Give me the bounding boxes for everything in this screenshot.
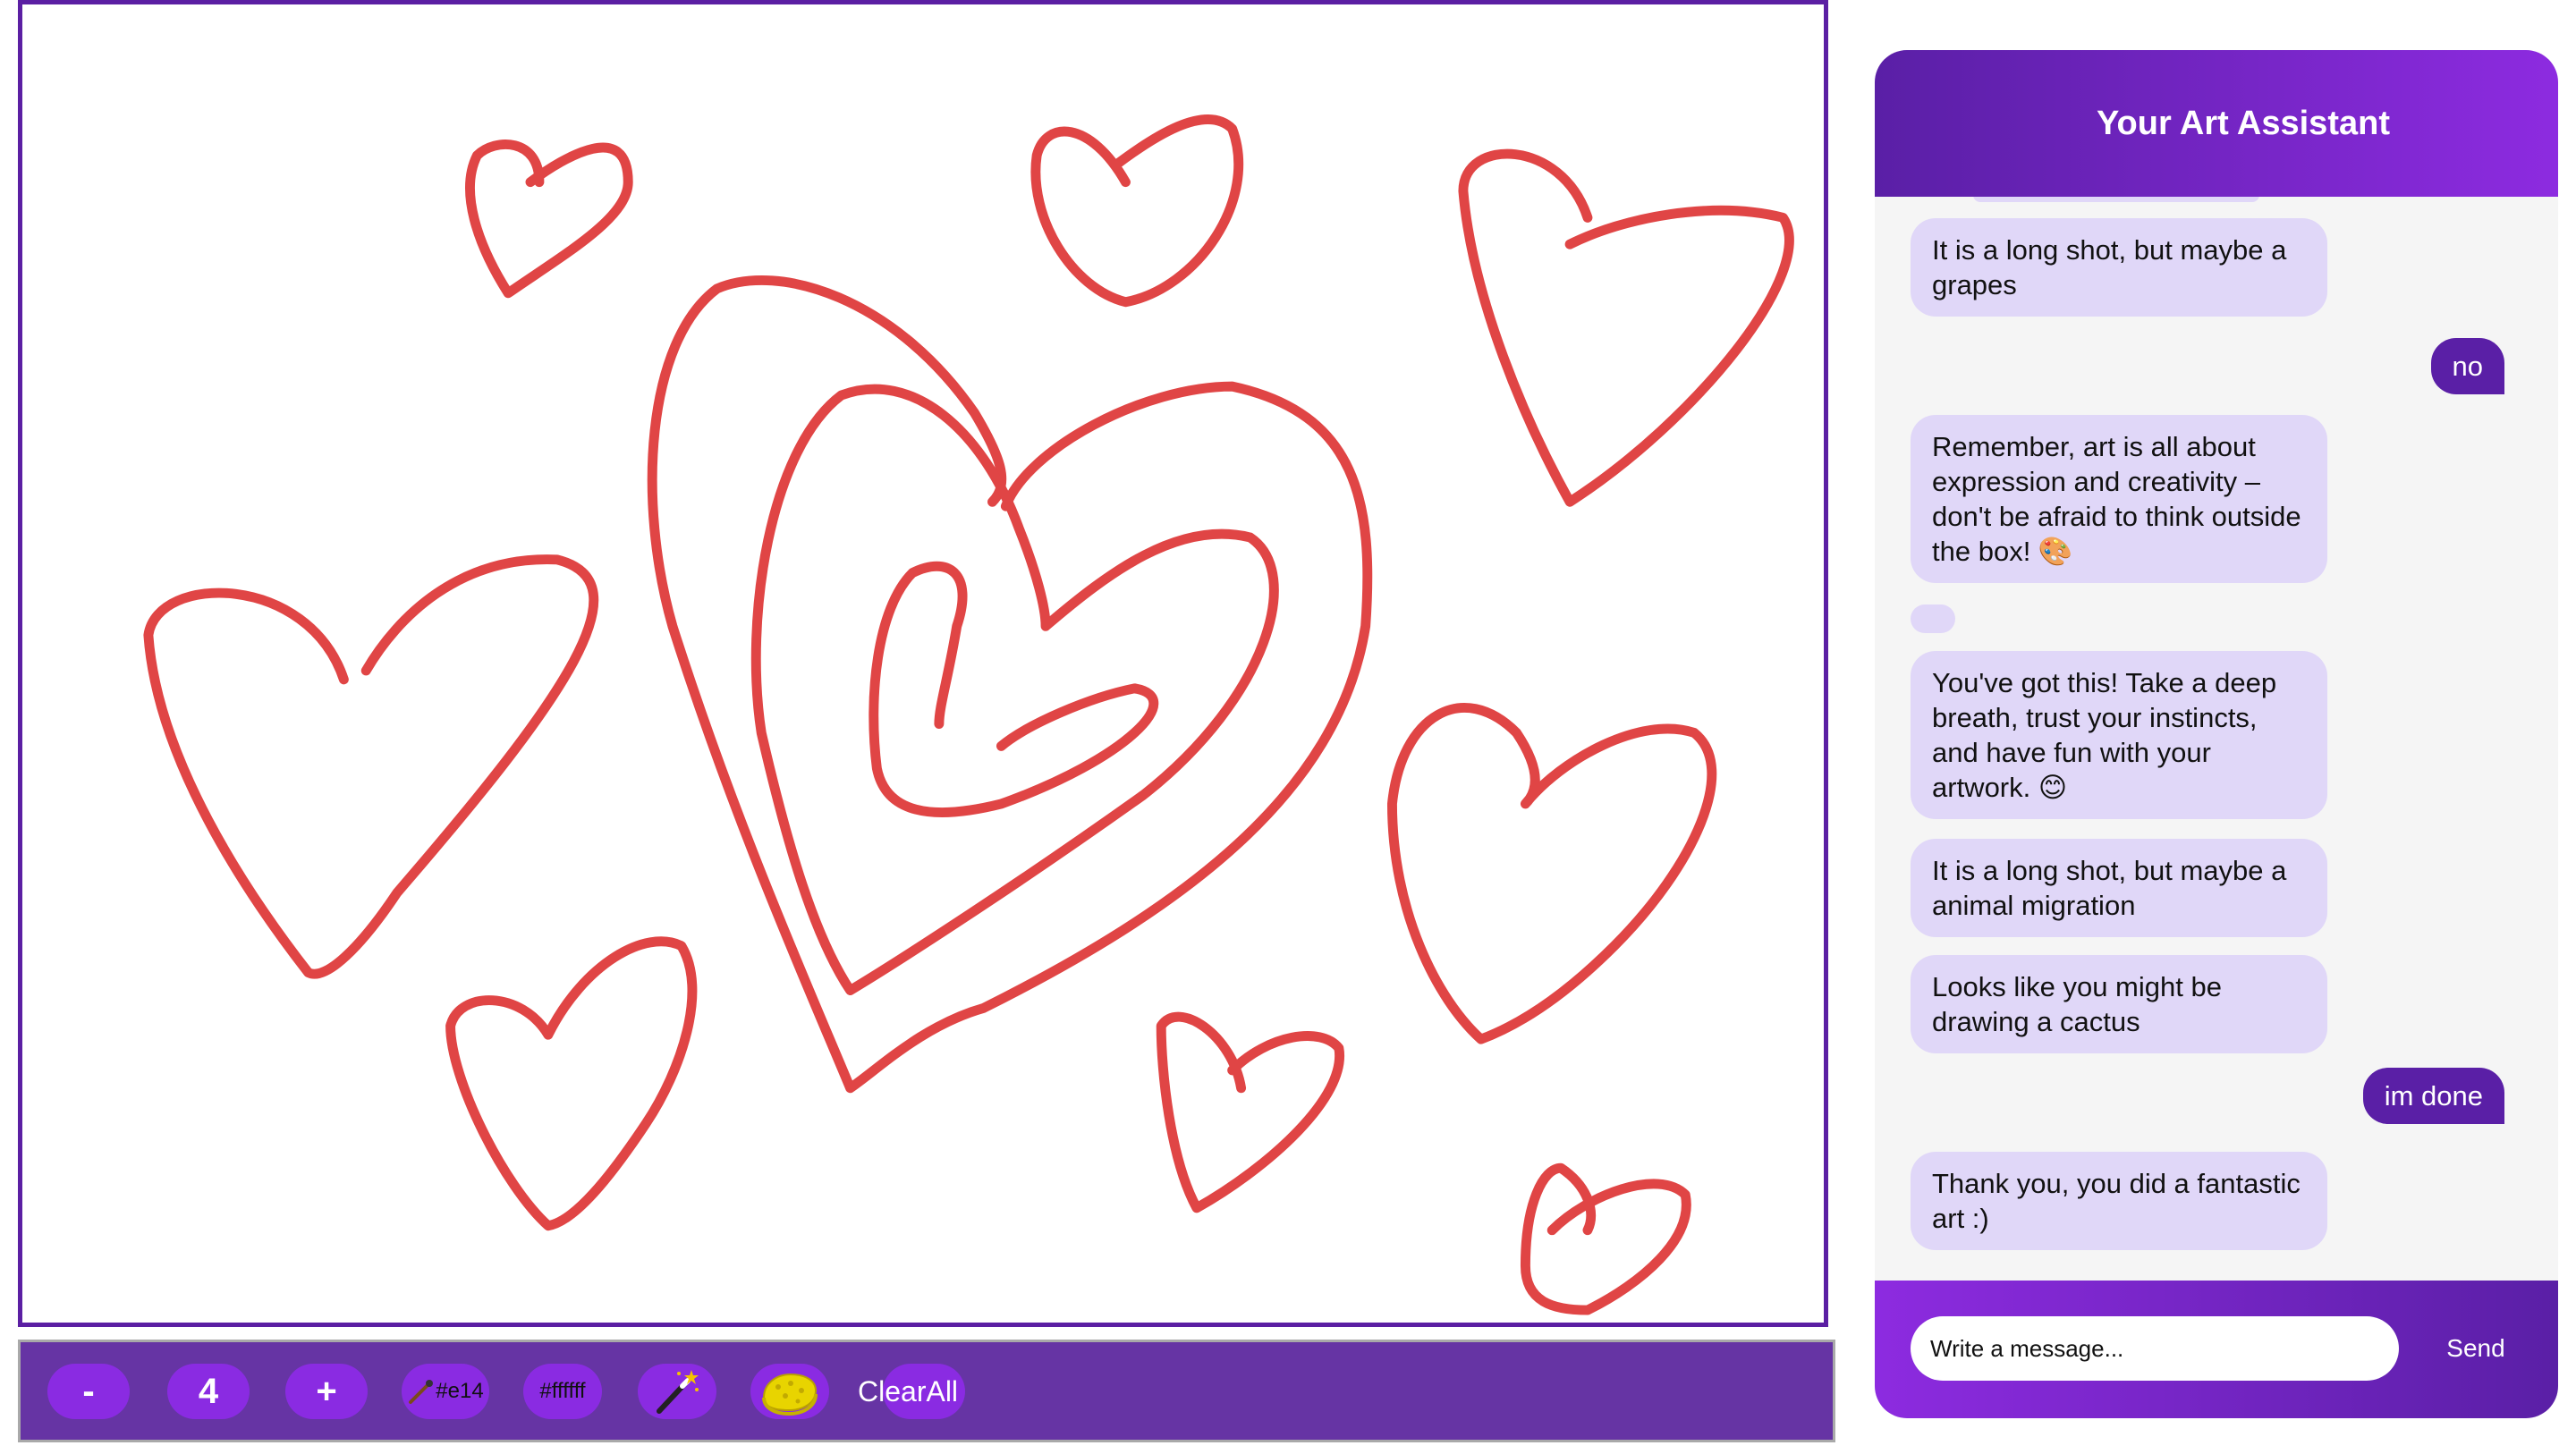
bot-message: Looks like you might be drawing a cactus	[1911, 955, 2327, 1053]
magic-wand-icon	[657, 1370, 699, 1414]
message-text: You've got this! Take a deep breath, tru…	[1932, 667, 2277, 803]
art-app: - 4 + #e14 #ffffff ClearAll Your Art Ass…	[0, 0, 2576, 1454]
heart-stroke	[445, 936, 698, 1231]
bot-message: It is a long shot, but maybe a animal mi…	[1911, 839, 2327, 937]
heart-stroke	[1386, 703, 1717, 1044]
decrease-size-button[interactable]: -	[47, 1364, 130, 1419]
background-color-label: #ffffff	[539, 1379, 586, 1403]
chat-panel: Your Art Assistant It is a long shot, bu…	[1875, 50, 2558, 1418]
message-text: no	[2452, 351, 2483, 382]
decrease-label: -	[82, 1371, 95, 1411]
clear-all-label: ClearAll	[858, 1374, 959, 1408]
drawing-strokes	[143, 114, 1794, 1315]
increase-size-button[interactable]: +	[285, 1364, 368, 1419]
heart-stroke	[869, 561, 1159, 817]
message-text: Remember, art is all about expression an…	[1932, 431, 2301, 567]
chat-header: Your Art Assistant	[1875, 50, 2558, 197]
bot-message: You've got this! Take a deep breath, tru…	[1911, 651, 2327, 819]
sponge-icon	[762, 1373, 818, 1416]
bot-message: Remember, art is all about expression an…	[1911, 415, 2327, 583]
message-bubble-partial	[1973, 197, 2259, 202]
drawing-canvas[interactable]	[18, 0, 1828, 1327]
message-input[interactable]	[1911, 1316, 2399, 1381]
bot-message: It is a long shot, but maybe a grapes	[1911, 218, 2327, 317]
toolbar: - 4 + #e14 #ffffff ClearAll	[18, 1340, 1835, 1442]
heart-stroke	[143, 554, 599, 979]
eraser-button[interactable]	[750, 1364, 829, 1419]
brush-color-label: #e14	[436, 1379, 484, 1403]
brush-size-display: 4	[167, 1364, 250, 1419]
brush-color-picker[interactable]: #e14	[402, 1364, 489, 1419]
empty-message-bubble	[1911, 604, 1955, 633]
user-message: no	[2430, 338, 2504, 394]
heart-stroke	[1458, 148, 1794, 507]
clear-all-button[interactable]: ClearAll	[858, 1364, 976, 1419]
send-button[interactable]: Send	[2429, 1320, 2522, 1377]
magic-wand-button[interactable]	[638, 1364, 716, 1419]
chat-title: Your Art Assistant	[2097, 104, 2390, 142]
message-text: It is a long shot, but maybe a grapes	[1932, 234, 2287, 300]
increase-label: +	[316, 1371, 337, 1411]
brush-size-value: 4	[198, 1371, 219, 1411]
message-text: It is a long shot, but maybe a animal mi…	[1932, 855, 2287, 921]
chat-messages[interactable]: It is a long shot, but maybe a grapes no…	[1875, 197, 2558, 1281]
bot-message: Thank you, you did a fantastic art :)	[1911, 1152, 2327, 1250]
heart-stroke	[1156, 1011, 1345, 1213]
message-text: im done	[2384, 1080, 2483, 1112]
heart-stroke	[1030, 114, 1244, 308]
heart-stroke	[750, 384, 1279, 995]
brush-icon	[409, 1380, 434, 1404]
message-text: Thank you, you did a fantastic art :)	[1932, 1168, 2301, 1234]
chat-footer: Send	[1875, 1281, 2558, 1418]
heart-stroke	[465, 139, 633, 299]
message-text: Looks like you might be drawing a cactus	[1932, 971, 2222, 1037]
user-message: im done	[2362, 1068, 2504, 1124]
background-color-picker[interactable]: #ffffff	[523, 1364, 602, 1419]
heart-stroke	[1520, 1162, 1691, 1315]
